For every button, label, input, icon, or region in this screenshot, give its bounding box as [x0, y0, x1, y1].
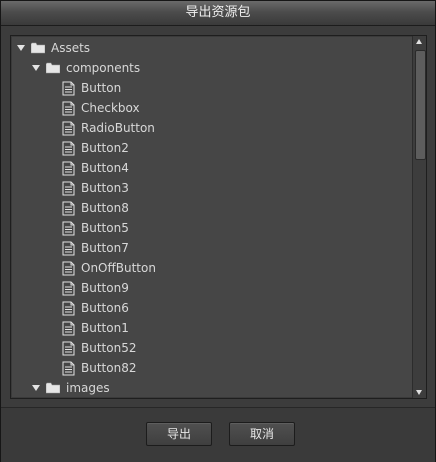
file-icon: [62, 221, 75, 235]
tree-item-label: Button7: [81, 241, 129, 255]
tree-item-label: Button9: [81, 281, 129, 295]
file-icon: [62, 161, 75, 175]
folder-icon: [46, 382, 60, 394]
tree-item-file[interactable]: Button52: [62, 338, 136, 358]
tree-item-file[interactable]: OnOffButton: [62, 258, 156, 278]
tree-item-file[interactable]: Button7: [62, 238, 129, 258]
expand-arrow-icon[interactable]: [17, 45, 25, 51]
asset-tree[interactable]: Assets components Button Checkbox RadioBut…: [11, 36, 412, 398]
tree-item-file[interactable]: Button8: [62, 198, 129, 218]
tree-item-assets[interactable]: Assets: [17, 38, 90, 58]
tree-item-label: Button82: [81, 361, 137, 375]
tree-item-label: OnOffButton: [81, 261, 156, 275]
dialog-title: 导出资源包: [1, 1, 435, 26]
file-icon: [62, 81, 75, 95]
file-icon: [62, 301, 75, 315]
tree-item-components[interactable]: components: [32, 58, 140, 78]
tree-item-file[interactable]: Button4: [62, 158, 129, 178]
tree-item-label: Button8: [81, 201, 129, 215]
tree-item-file[interactable]: Button2: [62, 138, 129, 158]
tree-item-label: Button52: [81, 341, 137, 355]
tree-item-label: Button5: [81, 221, 129, 235]
cancel-button[interactable]: 取消: [229, 422, 295, 446]
file-icon: [62, 141, 75, 155]
tree-item-label: RadioButton: [81, 121, 155, 135]
tree-item-file[interactable]: Checkbox: [62, 98, 140, 118]
expand-arrow-icon[interactable]: [32, 385, 40, 391]
tree-item-label: Button6: [81, 301, 129, 315]
tree-item-label: Button3: [81, 181, 129, 195]
tree-item-file[interactable]: Button: [62, 78, 121, 98]
file-icon: [62, 101, 75, 115]
tree-item-label: Button: [81, 81, 122, 95]
tree-item-file[interactable]: Button9: [62, 278, 129, 298]
scroll-up-arrow-icon[interactable]: [413, 36, 426, 48]
scroll-down-arrow-icon[interactable]: [413, 386, 426, 398]
file-icon: [62, 261, 75, 275]
tree-item-label: Button4: [81, 161, 129, 175]
tree-item-images[interactable]: images: [32, 378, 110, 398]
tree-item-label: Checkbox: [81, 101, 140, 115]
tree-item-file[interactable]: Button6: [62, 298, 129, 318]
file-icon: [62, 181, 75, 195]
vertical-scrollbar[interactable]: [412, 36, 426, 398]
file-icon: [62, 281, 75, 295]
export-package-dialog: 导出资源包 Assets components Button Checkbox Ra…: [0, 0, 436, 462]
tree-item-file[interactable]: Button82: [62, 358, 136, 378]
file-icon: [62, 241, 75, 255]
tree-item-file[interactable]: Button3: [62, 178, 129, 198]
tree-item-file[interactable]: Button5: [62, 218, 129, 238]
expand-arrow-icon[interactable]: [32, 65, 40, 71]
file-icon: [62, 121, 75, 135]
dialog-footer: 导出 取消: [1, 407, 435, 462]
tree-item-label: Assets: [51, 41, 91, 55]
tree-item-label: Button1: [81, 321, 129, 335]
tree-item-file[interactable]: RadioButton: [62, 118, 155, 138]
tree-item-file[interactable]: Button1: [62, 318, 129, 338]
folder-icon: [46, 62, 60, 74]
file-icon: [62, 321, 75, 335]
folder-icon: [31, 42, 45, 54]
scrollbar-thumb[interactable]: [415, 50, 426, 160]
file-icon: [62, 341, 75, 355]
tree-item-label: images: [66, 381, 110, 395]
file-icon: [62, 201, 75, 215]
tree-item-label: Button2: [81, 141, 129, 155]
tree-item-label: components: [66, 61, 141, 75]
export-button[interactable]: 导出: [146, 422, 212, 446]
file-icon: [62, 361, 75, 375]
asset-tree-panel: Assets components Button Checkbox RadioBut…: [10, 35, 427, 399]
